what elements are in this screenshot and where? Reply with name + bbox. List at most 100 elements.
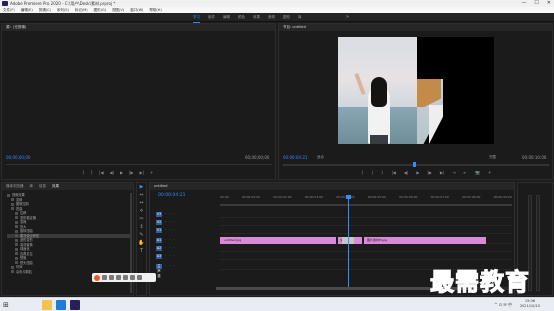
eye-icon[interactable]: · [173,263,174,270]
go-to-out-button[interactable]: ▶| [440,170,444,175]
lock-icon[interactable]: · [165,237,166,244]
timeline-timecode[interactable]: 00:00:04:21 [158,193,185,198]
go-to-out-button[interactable]: ▶| [139,170,143,175]
maximize-button[interactable]: ☐ [534,0,538,7]
track-target-toggle[interactable]: A2 [156,246,162,251]
lock-icon[interactable]: · [165,245,166,252]
tab-effects[interactable]: 效果 [52,183,59,190]
lift-button[interactable]: ⇥ [452,170,455,175]
track-header[interactable]: V2 · · · [156,219,216,226]
track-target-toggle[interactable]: V2 [156,220,162,225]
workspace-tab-learn[interactable]: 学习 [193,13,200,23]
tab-info[interactable]: 信息 [39,183,46,190]
edge-icon[interactable] [56,300,66,310]
razor-tool-icon[interactable]: ✂ [138,216,145,223]
ime-logo-icon[interactable] [94,274,100,281]
timeline-ruler[interactable]: 00:00 00:00:01:00 00:00:02:00 00:00:03:0… [220,195,512,203]
track-header[interactable]: A1 · · · [156,237,216,244]
ime-toolbar[interactable] [92,273,156,282]
workspace-tab-assembly[interactable]: 组件 [208,13,215,23]
minimize-button[interactable]: — [521,0,526,7]
work-area-bar[interactable] [220,204,512,206]
mark-out-button[interactable]: } [91,170,94,175]
step-forward-button[interactable]: |▶ [427,170,431,175]
lock-icon[interactable]: · [165,219,166,226]
extract-button[interactable]: ⇤ [464,170,467,175]
pen-tool-icon[interactable]: ✎ [138,232,145,239]
program-timecode-current[interactable]: 00:00:04:21 [283,155,307,160]
start-button[interactable]: ⊞ [3,301,11,309]
lock-icon[interactable]: · [165,211,166,218]
marker-button[interactable]: | [372,170,373,175]
ime-skin-icon[interactable] [130,275,135,280]
sync-icon[interactable]: · [169,245,170,252]
track-target-toggle[interactable]: A3 [156,254,162,259]
track-target-toggle[interactable]: V3 [156,212,162,217]
step-back-button[interactable]: ◀| [110,170,114,175]
eye-icon[interactable]: · [173,219,174,226]
file-explorer-icon[interactable] [42,300,52,310]
add-button[interactable]: + [488,170,491,175]
camera-icon[interactable]: 📷 [475,170,480,175]
video-clip[interactable]: untitled.jpg [220,237,336,244]
workspace-tab-audio[interactable]: 音频 [268,13,275,23]
ime-menu-icon[interactable] [137,275,142,280]
system-tray[interactable]: ^ ⊡ ✉ 中 [494,302,512,308]
ime-mode-icon[interactable] [102,275,107,280]
eye-icon[interactable]: · [173,245,174,252]
sync-icon[interactable]: · [169,219,170,226]
rate-stretch-tool-icon[interactable]: ⟡ [138,208,145,215]
resolution-select[interactable]: 完整 [489,155,496,160]
workspace-more-button[interactable]: » [346,13,349,22]
eye-icon[interactable]: · [173,237,174,244]
source-scrub-bar[interactable] [6,164,272,165]
track-header[interactable]: V1 · · · [156,227,216,234]
track-target-toggle[interactable]: V1 [156,228,162,233]
mark-out-button[interactable]: } [381,170,384,175]
eye-icon[interactable]: · [173,253,174,260]
ime-mic-icon[interactable] [116,275,121,280]
mark-in-button[interactable]: { [82,170,85,175]
go-to-in-button[interactable]: |◀ [391,170,395,175]
ime-keyboard-icon[interactable] [123,275,128,280]
sync-icon[interactable]: · [169,263,170,270]
track-target-toggle[interactable]: A1 [156,238,162,243]
ripple-edit-tool-icon[interactable]: ↔ [138,200,145,207]
track-lane[interactable] [220,219,512,226]
sync-icon[interactable]: · [169,211,170,218]
sequence-tab[interactable]: untitled [154,183,168,190]
program-playhead[interactable] [413,162,417,167]
selection-tool-icon[interactable]: ▶ [138,184,145,191]
workspace-tab-graphics[interactable]: 图形 [283,13,290,23]
close-button[interactable]: ✕ [547,0,551,7]
slip-tool-icon[interactable]: ↕ [138,224,145,231]
source-tab[interactable]: 源：(无剪辑) [6,24,26,31]
hand-tool-icon[interactable]: ✋ [138,240,145,247]
type-tool-icon[interactable]: T [138,248,145,255]
add-button[interactable]: + [150,170,153,175]
sync-icon[interactable]: · [169,227,170,234]
track-lane[interactable] [220,253,512,260]
track-header[interactable]: A3 · · · [156,253,216,260]
program-tab[interactable]: 节目: untitled [283,24,306,31]
step-back-button[interactable]: ◀| [404,170,408,175]
eye-icon[interactable]: · [173,227,174,234]
track-select-tool-icon[interactable]: ⇔ [138,192,145,199]
tab-libraries[interactable]: 库 [30,183,34,190]
video-clip[interactable]: 图片素材Pi.jpg [364,237,486,244]
source-timecode-current[interactable]: 00;00;00;00 [6,155,30,160]
lock-icon[interactable]: · [165,253,166,260]
track-header[interactable]: A2 · · · [156,245,216,252]
workspace-tab-effects[interactable]: 效果 [253,13,260,23]
lock-icon[interactable]: · [165,263,166,270]
ime-punct-icon[interactable] [109,275,114,280]
track-header[interactable]: V3 · · · [156,211,216,218]
track-target-toggle[interactable]: 主声道 [156,264,162,278]
track-lane[interactable] [220,211,512,218]
tray-clock[interactable]: 15:06 2021/10/15 [520,299,540,309]
tab-media-browser[interactable]: 媒体浏览器 [6,183,24,190]
mark-in-button[interactable]: { [361,170,364,175]
zoom-fit-select[interactable]: 适合 [317,155,324,160]
workspace-tab-editing[interactable]: 编辑 [223,13,230,23]
premiere-icon[interactable] [70,300,80,310]
